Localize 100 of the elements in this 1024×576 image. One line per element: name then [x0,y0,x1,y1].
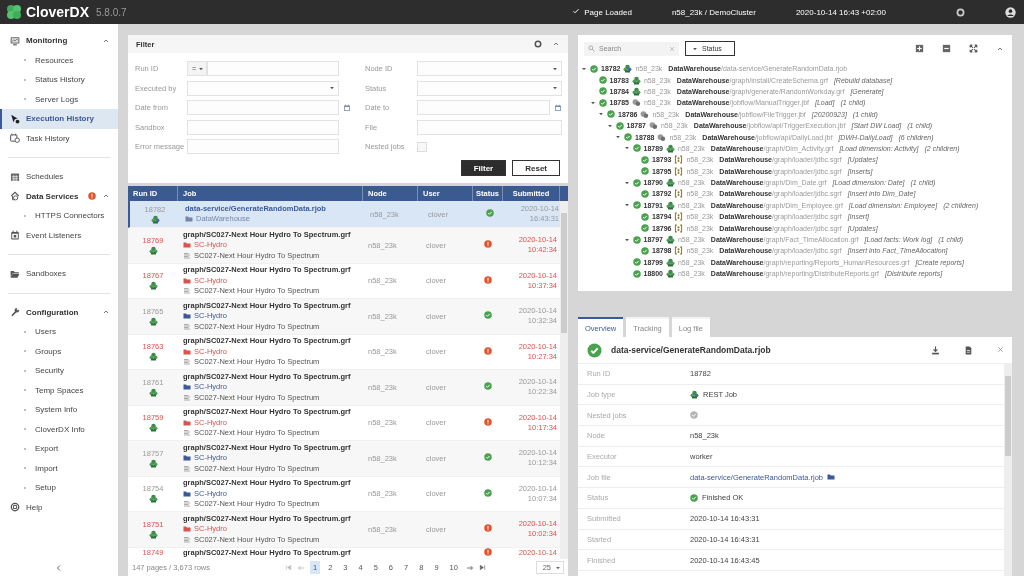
cluster-icon [631,86,641,96]
cluster-icon [148,458,158,468]
version-label: 5.8.0.7 [96,6,127,18]
sidebar-item[interactable]: Schedules [0,167,118,187]
input-field[interactable] [417,119,562,135]
folder-icon [183,454,191,463]
expand-all-icon[interactable] [915,44,924,53]
cluster-icon [665,143,675,153]
sidebar-item[interactable]: Event Listeners [0,225,118,245]
input-field[interactable] [187,139,339,154]
calendar-icon[interactable] [554,103,562,112]
cluster-icon [148,387,158,397]
bubbles-icon [640,109,650,119]
sidebar-item[interactable]: Temp Spaces [0,380,118,400]
cluster-label: n58_23k / DemoCluster [671,7,756,17]
reset-button[interactable]: Reset [512,160,560,176]
sidebar-group[interactable]: Data Services [0,186,118,206]
input-field[interactable] [207,61,339,76]
sidebar-group[interactable]: Monitoring [0,31,118,51]
date-time: 2020-10-14 16:43 +02:00 [795,7,886,17]
chevron-up-icon[interactable] [552,40,560,48]
cluster-icon [665,178,675,188]
caret-icon[interactable] [623,236,630,243]
sidebar-item[interactable]: Sandboxes [0,264,118,284]
cluster-icon [665,269,675,279]
cluster-icon [148,494,158,504]
sidebar-item[interactable]: HTTPS Connectors [0,206,118,226]
calendar-icon[interactable] [343,103,351,112]
cluster-icon [631,75,641,85]
check-icon [572,7,581,15]
next-page-icon[interactable] [465,563,474,572]
last-page-icon[interactable] [478,564,486,571]
filter-button[interactable]: Filter [460,160,507,176]
bubbles-icon [648,121,658,131]
list-icon [183,393,191,402]
sidebar-item[interactable]: Users [0,322,118,342]
sidebar-item[interactable]: Task History [0,128,118,148]
download-icon[interactable] [931,345,940,355]
bracket-icon [674,212,684,222]
folder-icon [183,525,191,534]
list-icon [183,464,191,473]
file-icon[interactable] [964,345,973,355]
cluster-icon [690,390,699,400]
logo-icon [6,4,22,20]
sidebar-item[interactable]: Execution History [0,109,118,129]
list-icon [183,429,191,438]
caret-icon[interactable] [606,122,613,129]
job-title: data-service/GenerateRandomData.rjob [611,345,772,355]
sidebar-icon [10,35,20,46]
select-field[interactable] [187,80,339,96]
date-field[interactable] [417,100,550,115]
input-field[interactable] [187,119,339,135]
sidebar-item[interactable]: Export [0,439,118,459]
folder-icon [183,383,191,392]
checkbox[interactable] [417,141,427,152]
sidebar-group[interactable]: Configuration [0,302,118,322]
sidebar-item[interactable]: Help [0,497,118,517]
date-field[interactable] [187,100,339,115]
cluster-icon [623,64,633,74]
sidebar-icon [10,171,20,182]
sidebar-icon [10,268,20,279]
caret-icon[interactable] [589,99,596,106]
sidebar-item[interactable]: Resources [0,50,118,70]
user-icon[interactable] [1005,6,1016,18]
cluster-icon [665,235,675,245]
folder-icon [183,418,191,427]
folder-icon [183,347,191,356]
select-field[interactable] [417,80,562,96]
sidebar-item[interactable]: Status History [0,70,118,90]
sidebar-item[interactable]: System Info [0,400,118,420]
caret-icon[interactable] [598,111,604,118]
bracket-icon [674,223,684,233]
sidebar-icon [10,502,20,513]
list-icon [183,287,191,296]
circle-icon[interactable] [534,40,542,48]
sidebar-item[interactable]: Setup [0,478,118,498]
sidebar-item[interactable]: Server Logs [0,89,118,109]
folder-icon [183,241,191,250]
caret-icon[interactable] [623,179,630,186]
caret-icon[interactable] [623,145,630,152]
folder-icon [183,276,191,285]
cluster-icon [150,214,160,224]
sidebar-item[interactable]: Groups [0,341,118,361]
fullscreen-icon[interactable] [969,44,978,53]
sidebar-item[interactable]: Import [0,458,118,478]
folder-icon[interactable] [827,473,835,482]
caret-icon[interactable] [581,65,587,72]
folder-icon [183,489,191,498]
bracket-icon [674,189,684,199]
app-name: CloverDX [26,4,90,20]
cluster-icon [665,257,675,267]
cluster-icon [148,316,158,326]
close-icon[interactable] [997,345,1004,353]
caret-icon[interactable] [615,134,621,141]
list-icon [183,322,191,331]
sidebar-item[interactable]: CloverDX Info [0,419,118,439]
collapse-all-icon[interactable] [942,44,951,53]
select-field[interactable] [417,61,562,76]
sidebar-item[interactable]: Security [0,361,118,381]
caret-icon[interactable] [623,202,630,209]
